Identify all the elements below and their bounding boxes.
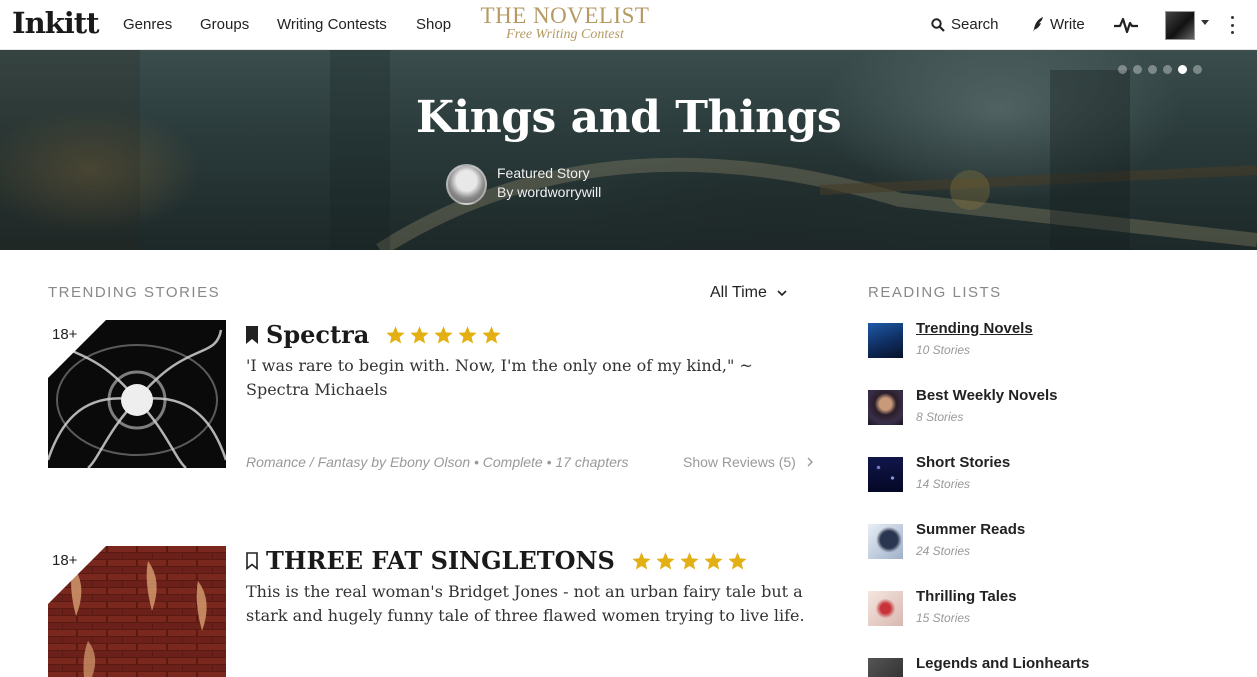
top-navbar: Inkitt Genres Groups Writing Contests Sh… — [0, 0, 1257, 50]
time-filter-label: All Time — [710, 284, 767, 301]
bookmark-outline-icon[interactable] — [246, 551, 258, 570]
reading-list-thumbnail — [868, 524, 903, 559]
reading-list-thumbnail — [868, 591, 903, 626]
reading-list-name[interactable]: Short Stories — [916, 454, 1010, 471]
reading-list-name[interactable]: Best Weekly Novels — [916, 387, 1057, 404]
star-icon — [704, 551, 723, 569]
hero-author[interactable]: By wordworrywill — [497, 184, 601, 200]
star-icon — [458, 325, 477, 343]
age-rating: 18+ — [52, 552, 78, 569]
show-reviews-link[interactable]: Show Reviews (5) — [683, 454, 814, 470]
reading-list-item[interactable]: Trending Novels 10 Stories — [868, 320, 1228, 360]
nav-genres[interactable]: Genres — [123, 16, 172, 33]
story-card[interactable]: 18+ THREE FAT SINGLETONS This is the rea… — [48, 546, 818, 677]
reading-list-item[interactable]: Best Weekly Novels 8 Stories — [868, 387, 1228, 427]
reading-list-item[interactable]: Short Stories 14 Stories — [868, 454, 1228, 494]
reading-list-name[interactable]: Summer Reads — [916, 521, 1025, 538]
write-button[interactable]: Write — [1032, 16, 1085, 33]
reading-list-thumbnail — [868, 323, 903, 358]
reading-list-thumbnail — [868, 658, 903, 677]
reading-list-count: 24 Stories — [916, 544, 971, 558]
story-cover[interactable]: 18+ — [48, 320, 226, 468]
reading-list-count: 14 Stories — [916, 477, 971, 491]
chevron-down-icon — [777, 289, 787, 296]
story-description: This is the real woman's Bridget Jones -… — [246, 582, 805, 625]
story-meta: Romance / Fantasy by Ebony Olson • Compl… — [246, 454, 629, 470]
carousel-dots — [1118, 65, 1202, 74]
reading-list-item[interactable]: Legends and Lionhearts — [868, 655, 1228, 677]
chevron-down-icon[interactable] — [1201, 20, 1209, 25]
inkitt-logo[interactable]: Inkitt — [12, 6, 100, 40]
search-button[interactable]: Search — [931, 16, 999, 33]
carousel-dot[interactable] — [1118, 65, 1127, 74]
novelist-subtitle: Free Writing Contest — [506, 27, 624, 42]
reading-list-name[interactable]: Trending Novels — [916, 320, 1033, 337]
carousel-dot[interactable] — [1163, 65, 1172, 74]
reading-list-name[interactable]: Thrilling Tales — [916, 588, 1017, 605]
search-label: Search — [951, 16, 999, 33]
reading-list-count: 15 Stories — [916, 611, 971, 625]
story-card[interactable]: 18+ Spectra 'I was rare to begin with. N… — [48, 320, 818, 470]
reading-list-count: 10 Stories — [916, 343, 971, 357]
star-icon — [410, 325, 429, 343]
reading-list-thumbnail — [868, 457, 903, 492]
reading-list-thumbnail — [868, 390, 903, 425]
featured-story-hero[interactable]: Kings and Things Featured Story By wordw… — [0, 50, 1257, 250]
chevron-right-icon — [807, 457, 813, 467]
nav-groups[interactable]: Groups — [200, 16, 249, 33]
quill-icon — [1033, 17, 1043, 32]
hero-title[interactable]: Kings and Things — [0, 92, 1257, 143]
featured-story-label: Featured Story — [497, 165, 590, 181]
story-title[interactable]: THREE FAT SINGLETONS — [266, 546, 615, 575]
star-icon — [482, 325, 501, 343]
carousel-dot[interactable] — [1193, 65, 1202, 74]
story-cover[interactable]: 18+ — [48, 546, 226, 677]
novelist-contest-banner[interactable]: THE NOVELIST Free Writing Contest — [480, 4, 650, 42]
reading-list-item[interactable]: Summer Reads 24 Stories — [868, 521, 1228, 561]
star-icon — [386, 325, 405, 343]
time-filter-dropdown[interactable]: All Time — [710, 284, 787, 302]
reading-list-name[interactable]: Legends and Lionhearts — [916, 655, 1089, 672]
nav-shop[interactable]: Shop — [416, 16, 451, 33]
reading-list-item[interactable]: Thrilling Tales 15 Stories — [868, 588, 1228, 628]
star-icon — [632, 551, 651, 569]
star-icon — [680, 551, 699, 569]
author-avatar[interactable] — [446, 164, 487, 205]
star-icon — [728, 551, 747, 569]
story-title[interactable]: Spectra — [266, 320, 369, 349]
nav-writing-contests[interactable]: Writing Contests — [277, 16, 387, 33]
star-icon — [656, 551, 675, 569]
star-rating — [631, 551, 748, 571]
activity-icon[interactable] — [1114, 17, 1138, 33]
carousel-dot[interactable] — [1133, 65, 1142, 74]
user-avatar[interactable] — [1165, 11, 1195, 40]
age-rating: 18+ — [52, 326, 78, 343]
search-icon — [931, 17, 945, 32]
carousel-dot-active[interactable] — [1178, 65, 1187, 74]
bookmark-filled-icon[interactable] — [246, 325, 258, 344]
novelist-title: THE NOVELIST — [480, 3, 650, 28]
trending-section-title: TRENDING STORIES — [48, 284, 221, 301]
star-icon — [434, 325, 453, 343]
story-description: 'I was rare to begin with. Now, I'm the … — [246, 356, 753, 399]
star-rating — [385, 325, 502, 345]
reading-lists-title: READING LISTS — [868, 284, 1002, 301]
write-label: Write — [1050, 16, 1085, 33]
show-reviews-label: Show Reviews (5) — [683, 454, 796, 470]
hero-background-art — [0, 50, 1257, 250]
more-menu-icon[interactable] — [1231, 16, 1235, 34]
reading-list-count: 8 Stories — [916, 410, 964, 424]
carousel-dot[interactable] — [1148, 65, 1157, 74]
